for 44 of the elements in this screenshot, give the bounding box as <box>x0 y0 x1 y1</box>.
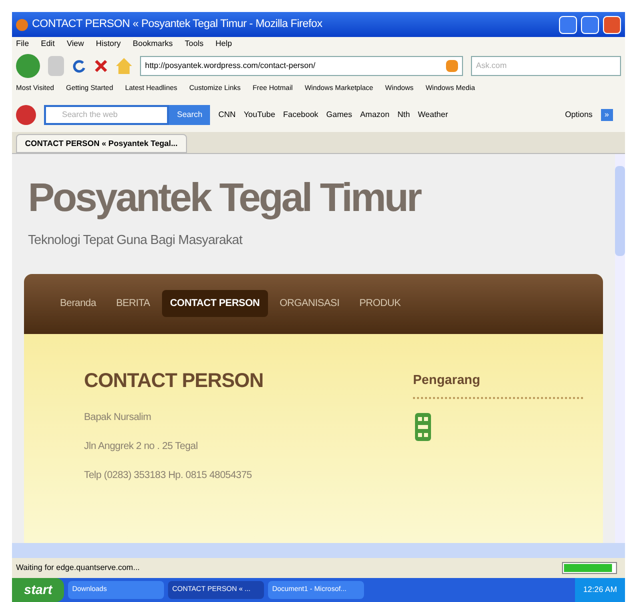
nav-link[interactable]: ORGANISASI <box>272 290 348 317</box>
site-tagline: Teknologi Tepat Guna Bagi Masyarakat <box>27 231 244 249</box>
menu-item[interactable]: Edit <box>40 38 55 50</box>
horizontal-scrollbar[interactable] <box>12 543 625 558</box>
status-text: Waiting for edge.quantserve.com... <box>16 562 141 574</box>
menu-item[interactable]: Tools <box>184 38 204 50</box>
stop-icon[interactable] <box>94 59 108 73</box>
sidebar-heading: Pengarang <box>413 370 482 389</box>
menu-item[interactable]: Help <box>215 38 232 50</box>
page-heading: CONTACT PERSON <box>84 368 264 394</box>
menu-item[interactable]: File <box>16 38 29 50</box>
maximize-button[interactable] <box>581 16 599 34</box>
minimize-button[interactable] <box>559 16 577 34</box>
menu-item[interactable]: History <box>96 38 121 50</box>
more-button[interactable]: » <box>600 109 613 121</box>
browser-tab[interactable]: CONTACT PERSON « Posyantek Tegal... <box>16 134 187 153</box>
options-button[interactable]: Options <box>564 109 593 121</box>
start-button[interactable]: start <box>12 578 64 602</box>
search-button[interactable]: Search <box>169 105 210 125</box>
nav-link[interactable]: CONTACT PERSON <box>162 290 268 317</box>
nav-link[interactable]: BERITA <box>108 290 158 317</box>
address-field[interactable]: http://posyantek.wordpress.com/contact-person/ <box>140 56 463 76</box>
nav-link[interactable]: Beranda <box>52 290 104 317</box>
toolbar-link[interactable]: Games <box>326 109 352 121</box>
clock: 12:26 AM <box>583 584 617 596</box>
feed-icon <box>446 60 458 72</box>
toolbar-link[interactable]: Amazon <box>360 109 390 121</box>
site-title[interactable]: Posyantek Tegal Timur <box>20 178 607 218</box>
close-button[interactable] <box>603 16 621 34</box>
toolbar-link[interactable]: Nth <box>397 109 410 121</box>
toolbar-link[interactable]: YouTube <box>244 109 276 121</box>
back-button[interactable] <box>16 54 40 78</box>
vertical-scrollbar[interactable] <box>615 154 625 543</box>
contact-line: Jln Anggrek 2 no . 25 Tegal <box>84 440 199 454</box>
nav-link[interactable]: PRODUK <box>351 290 409 317</box>
menu-item[interactable]: Bookmarks <box>132 38 173 50</box>
contact-line: Bapak Nursalim <box>84 410 152 424</box>
toolbar-link[interactable]: CNN <box>218 109 236 121</box>
menu-item[interactable]: View <box>66 38 84 50</box>
window-title: CONTACT PERSON « Posyantek Tegal Timur - Mozilla Firefox <box>32 17 324 32</box>
reload-icon[interactable] <box>72 59 86 73</box>
toolbar-link[interactable]: Facebook <box>283 109 318 121</box>
contact-line: Telp (0283) 353183 Hp. 0815 48054375 <box>84 468 253 482</box>
toolbar-link[interactable]: Weather <box>418 109 448 121</box>
